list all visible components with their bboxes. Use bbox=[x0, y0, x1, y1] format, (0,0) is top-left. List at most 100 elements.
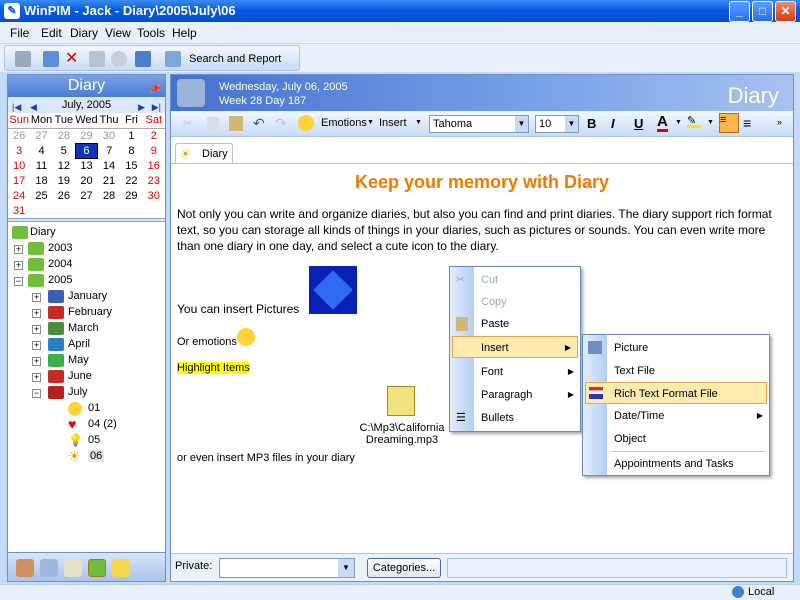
font-name-select[interactable]: Tahoma ▼ bbox=[429, 115, 529, 133]
calendar-day[interactable]: 25 bbox=[30, 188, 52, 203]
first-month-icon[interactable]: |◀ bbox=[12, 99, 21, 115]
tree-year[interactable]: 2003 bbox=[48, 242, 72, 254]
expand-icon[interactable]: + bbox=[32, 373, 41, 382]
font-size-select[interactable]: 10 ▼ bbox=[535, 115, 579, 133]
calendar-day[interactable]: 28 bbox=[53, 128, 75, 143]
calendar-day[interactable]: 30 bbox=[98, 128, 120, 143]
calendar-day[interactable]: 3 bbox=[8, 143, 30, 158]
chevron-down-icon[interactable]: ▼ bbox=[338, 559, 354, 577]
calendar-day[interactable]: 28 bbox=[98, 188, 120, 203]
calendar-day[interactable]: 27 bbox=[30, 128, 52, 143]
calendar-day[interactable]: 4 bbox=[30, 143, 52, 158]
save-icon[interactable] bbox=[89, 51, 105, 67]
search-icon[interactable] bbox=[165, 51, 181, 67]
chevron-down-icon[interactable]: ▼ bbox=[707, 119, 714, 126]
align-left-icon[interactable]: ≡ bbox=[719, 113, 739, 133]
calendar-day[interactable]: 12 bbox=[53, 158, 75, 173]
tree-month[interactable]: June bbox=[68, 370, 92, 382]
menu-diary[interactable]: Diary bbox=[70, 26, 98, 40]
menu-item-copy[interactable]: Copy bbox=[450, 291, 580, 313]
cut-icon[interactable]: ✂ bbox=[183, 117, 192, 130]
diary-icon[interactable] bbox=[88, 559, 106, 577]
prev-month-icon[interactable]: ◀ bbox=[30, 99, 37, 115]
menu-item-cut[interactable]: ✂ Cut bbox=[450, 269, 580, 291]
insert-dropdown[interactable]: Insert bbox=[379, 117, 407, 129]
tree-month[interactable]: July bbox=[68, 386, 88, 398]
calendar-day[interactable]: 11 bbox=[30, 158, 52, 173]
emotions-dropdown[interactable]: Emotions bbox=[321, 117, 367, 129]
window-icon[interactable] bbox=[135, 51, 151, 67]
submenu-item-appointments[interactable]: Appointments and Tasks bbox=[583, 453, 769, 475]
menu-item-bullets[interactable]: ☰ Bullets bbox=[450, 407, 580, 429]
calendar-icon[interactable] bbox=[40, 559, 58, 577]
calendar-day[interactable]: 14 bbox=[98, 158, 120, 173]
italic-button[interactable]: I bbox=[611, 116, 615, 131]
tasks-icon[interactable] bbox=[64, 559, 82, 577]
align-center-icon[interactable]: ≡ bbox=[743, 115, 751, 131]
submenu-item-picture[interactable]: Picture bbox=[583, 337, 769, 359]
calendar-day[interactable]: 20 bbox=[75, 173, 98, 188]
calendar-day[interactable]: 21 bbox=[98, 173, 120, 188]
tree-day[interactable]: 01 bbox=[88, 402, 100, 414]
calendar-day[interactable]: 31 bbox=[8, 203, 30, 218]
calendar-day[interactable]: 26 bbox=[8, 128, 30, 143]
menu-item-paste[interactable]: Paste bbox=[450, 313, 580, 335]
calendar-day[interactable]: 29 bbox=[120, 188, 142, 203]
calendar-day[interactable]: 13 bbox=[75, 158, 98, 173]
calendar-day-selected[interactable]: 6 bbox=[74, 142, 99, 159]
submenu-item-datetime[interactable]: Date/Time ▶ bbox=[583, 405, 769, 427]
calendar-day[interactable]: 16 bbox=[143, 158, 165, 173]
calendar-day[interactable]: 1 bbox=[120, 128, 142, 143]
font-color-button[interactable]: A bbox=[657, 114, 668, 132]
calendar-day[interactable]: 15 bbox=[120, 158, 142, 173]
minimize-button[interactable]: _ bbox=[729, 1, 750, 22]
tree-day[interactable]: 05 bbox=[88, 434, 100, 446]
calendar-day[interactable]: 23 bbox=[143, 173, 165, 188]
calendar-day[interactable]: 10 bbox=[8, 158, 30, 173]
redo-icon[interactable]: ↷ bbox=[275, 115, 287, 132]
tree-year[interactable]: 2004 bbox=[48, 258, 72, 270]
categories-button[interactable]: Categories... bbox=[367, 558, 441, 578]
copy-icon[interactable] bbox=[207, 117, 219, 130]
underline-button[interactable]: U bbox=[634, 116, 643, 131]
last-month-icon[interactable]: ▶| bbox=[152, 99, 161, 115]
tree-month[interactable]: January bbox=[68, 290, 107, 302]
calendar-day[interactable]: 22 bbox=[120, 173, 142, 188]
calendar-day[interactable]: 9 bbox=[143, 143, 165, 158]
tab-diary[interactable]: ☀ Diary bbox=[175, 143, 233, 163]
chevron-down-icon[interactable]: ▼ bbox=[515, 116, 528, 132]
new-icon[interactable] bbox=[43, 51, 59, 67]
delete-icon[interactable]: ✕ bbox=[65, 51, 81, 67]
expand-icon[interactable]: + bbox=[32, 309, 41, 318]
notes-icon[interactable] bbox=[112, 559, 130, 577]
print-icon[interactable] bbox=[15, 51, 31, 67]
mp3-file-icon[interactable] bbox=[387, 386, 415, 416]
emotions-icon[interactable] bbox=[298, 115, 314, 131]
toolbar-overflow-icon[interactable]: » bbox=[777, 117, 782, 127]
categories-field[interactable] bbox=[447, 558, 787, 578]
calendar-day[interactable]: 30 bbox=[143, 188, 165, 203]
menu-edit[interactable]: Edit bbox=[41, 26, 62, 40]
collapse-icon[interactable]: − bbox=[14, 277, 23, 286]
expand-icon[interactable]: + bbox=[32, 357, 41, 366]
close-button[interactable]: ✕ bbox=[775, 1, 796, 22]
bold-button[interactable]: B bbox=[587, 116, 596, 131]
expand-icon[interactable]: + bbox=[32, 293, 41, 302]
calendar-day[interactable]: 27 bbox=[75, 188, 98, 203]
menu-help[interactable]: Help bbox=[172, 26, 197, 40]
menu-file[interactable]: File bbox=[10, 26, 29, 40]
submenu-item-object[interactable]: Object bbox=[583, 428, 769, 450]
calendar-day[interactable]: 5 bbox=[53, 143, 75, 158]
tree-day-selected[interactable]: 06 bbox=[88, 450, 105, 462]
tree-day[interactable]: 04 (2) bbox=[88, 418, 117, 430]
menu-item-paragraph[interactable]: Paragragh ▶ bbox=[450, 384, 580, 406]
calendar-day[interactable]: 24 bbox=[8, 188, 30, 203]
tree-month[interactable]: March bbox=[68, 322, 99, 334]
private-select[interactable]: ▼ bbox=[219, 558, 355, 578]
tree-month[interactable]: April bbox=[68, 338, 90, 350]
contacts-icon[interactable] bbox=[16, 559, 34, 577]
menu-item-font[interactable]: Font ▶ bbox=[450, 361, 580, 383]
next-month-icon[interactable]: ▶ bbox=[138, 99, 145, 115]
highlight-color-icon[interactable]: ✎ bbox=[687, 114, 701, 128]
calendar-day[interactable]: 19 bbox=[53, 173, 75, 188]
